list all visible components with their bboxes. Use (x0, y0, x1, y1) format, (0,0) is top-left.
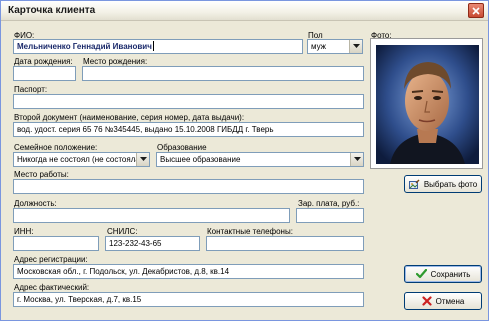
cancel-x-icon (422, 296, 432, 306)
workplace-field[interactable] (13, 179, 364, 194)
birth-place-field[interactable] (82, 66, 364, 81)
salary-label: Зар. плата, руб.: (298, 199, 360, 208)
chevron-down-icon (353, 44, 360, 48)
checkmark-icon (415, 269, 427, 279)
inn-field[interactable] (13, 236, 99, 251)
gender-dropdown-button[interactable] (349, 40, 362, 53)
choose-photo-button[interactable]: Выбрать фото (404, 175, 482, 193)
education-value: Высшее образование (160, 155, 241, 164)
gender-select[interactable]: муж (307, 39, 363, 54)
salary-field[interactable] (296, 208, 364, 223)
cancel-label: Отмена (435, 296, 465, 306)
reg-address-field[interactable]: Московская обл., г. Подольск, ул. Декабр… (13, 264, 364, 279)
second-doc-value: вод. удост. серия 65 76 №345445, выдано … (17, 125, 274, 134)
actual-address-field[interactable]: г. Москва, ул. Тверская, д.7, кв.15 (13, 292, 364, 307)
marital-status-dropdown-button[interactable] (136, 153, 149, 166)
reg-address-label: Адрес регистрации: (14, 255, 88, 264)
close-button[interactable] (468, 3, 484, 18)
actual-address-label: Адрес фактический: (14, 283, 90, 292)
marital-status-label: Семейное положение: (14, 143, 98, 152)
save-label: Сохранить (430, 269, 471, 279)
snils-field[interactable]: 123-232-43-65 (105, 236, 200, 251)
position-label: Должность: (14, 199, 57, 208)
passport-label: Паспорт: (14, 85, 48, 94)
phones-label: Контактные телефоны: (207, 227, 293, 236)
choose-photo-label: Выбрать фото (423, 179, 478, 189)
education-dropdown-button[interactable] (350, 153, 363, 166)
chevron-down-icon (354, 157, 361, 161)
chevron-down-icon (140, 157, 147, 161)
second-doc-label: Второй документ (наименование, серия ном… (14, 113, 245, 122)
workplace-label: Место работы: (14, 170, 69, 179)
fio-field[interactable]: Мельниченко Геннадий Иванович (13, 39, 303, 54)
education-select[interactable]: Высшее образование (156, 152, 364, 167)
gender-value: муж (311, 42, 327, 51)
inn-label: ИНН: (14, 227, 34, 236)
passport-field[interactable] (13, 94, 364, 109)
photo-edit-icon (408, 179, 420, 189)
snils-value: 123-232-43-65 (109, 239, 162, 248)
phones-field[interactable] (206, 236, 364, 251)
text-caret (152, 41, 154, 51)
birth-date-field[interactable] (13, 66, 76, 81)
close-icon (472, 7, 480, 15)
client-photo (376, 45, 479, 164)
marital-status-value: Никогда не состоял (не состояла) (17, 155, 143, 164)
position-field[interactable] (13, 208, 290, 223)
photo-frame (370, 38, 483, 169)
window-title: Карточка клиента (8, 5, 96, 16)
education-label: Образование (157, 143, 207, 152)
snils-label: СНИЛС: (107, 227, 138, 236)
reg-address-value: Московская обл., г. Подольск, ул. Декабр… (17, 267, 230, 276)
marital-status-select[interactable]: Никогда не состоял (не состояла) (13, 152, 150, 167)
client-card-window: Карточка клиента ФИО: Мельниченко Геннад… (0, 0, 489, 321)
actual-address-value: г. Москва, ул. Тверская, д.7, кв.15 (17, 295, 142, 304)
cancel-button[interactable]: Отмена (404, 292, 482, 310)
birth-place-label: Место рождения: (83, 57, 148, 66)
save-button[interactable]: Сохранить (404, 265, 482, 283)
birth-date-label: Дата рождения: (14, 57, 73, 66)
second-doc-field[interactable]: вод. удост. серия 65 76 №345445, выдано … (13, 122, 364, 137)
title-bar[interactable]: Карточка клиента (1, 1, 488, 21)
fio-value: Мельниченко Геннадий Иванович (17, 42, 152, 51)
